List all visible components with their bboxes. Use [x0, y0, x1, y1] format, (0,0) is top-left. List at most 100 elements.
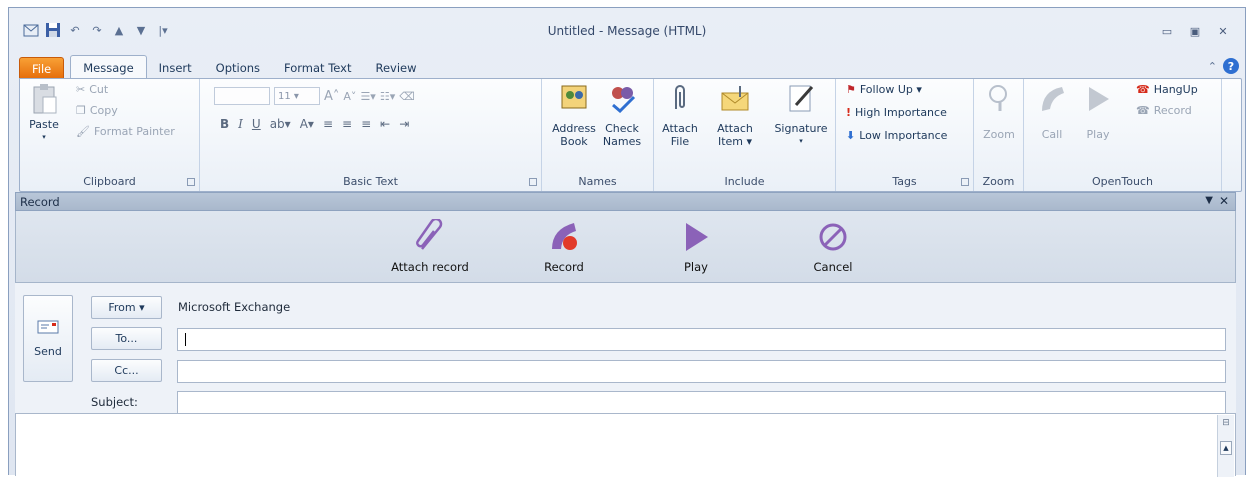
- scissors-icon: ✂: [76, 83, 86, 96]
- signature-button[interactable]: Signature ▾: [770, 83, 832, 148]
- tags-group: ⚑ Follow Up ▾ ! High Importance ⬇ Low Impor…: [836, 79, 974, 191]
- opentouch-group: Call Play ☎ HangUp ☎ Record OpenTouch: [1024, 79, 1222, 191]
- send-button[interactable]: Send: [23, 295, 73, 382]
- message-body[interactable]: ⊟ ▲: [15, 413, 1236, 477]
- close-pane-icon[interactable]: ✕: [1219, 194, 1229, 208]
- ribbon: Paste ▾ ✂ Cut ❐ Copy 🖌 Format Painter Clipb…: [19, 78, 1242, 192]
- tab-review[interactable]: Review: [363, 57, 428, 79]
- grow-font-icon[interactable]: A˄: [324, 89, 339, 104]
- address-book-label-1: Address: [552, 122, 596, 135]
- cut-button[interactable]: ✂ Cut: [76, 83, 108, 96]
- format-painter-button[interactable]: 🖌 Format Painter: [76, 125, 175, 138]
- low-importance-button[interactable]: ⬇ Low Importance: [846, 129, 947, 142]
- subject-label: Subject:: [91, 395, 138, 409]
- tab-format-text[interactable]: Format Text: [272, 57, 363, 79]
- attach-file-label-1: Attach: [662, 122, 698, 135]
- ruler-toggle-icon[interactable]: ⊟: [1220, 418, 1232, 432]
- zoom-button[interactable]: Zoom: [980, 83, 1018, 141]
- collapse-ribbon-icon[interactable]: ⌃: [1208, 60, 1217, 73]
- play-icon: [678, 219, 714, 256]
- bullets-icon[interactable]: ☰▾: [360, 90, 375, 103]
- basic-text-group: 11 ▾ A˄ A˅ ☰▾ ☷▾ ⌫ B I U ab▾ A▾ ≡ ≡ ≡ ⇤ …: [200, 79, 542, 191]
- increase-indent-icon[interactable]: ⇥: [399, 117, 409, 131]
- cancel-label: Cancel: [813, 260, 853, 274]
- low-importance-label: Low Importance: [859, 129, 948, 142]
- clipboard-group-label: Clipboard: [83, 175, 136, 188]
- font-name-select[interactable]: [214, 87, 270, 105]
- shrink-font-icon[interactable]: A˅: [343, 90, 356, 103]
- paste-button[interactable]: Paste ▾: [26, 83, 62, 144]
- message-header-form: Send From ▾ Microsoft Exchange To... Cc.…: [15, 283, 1236, 414]
- maximize-icon[interactable]: ▣: [1183, 22, 1207, 40]
- bold-icon[interactable]: B: [220, 117, 229, 131]
- play-button[interactable]: Play: [1078, 83, 1118, 141]
- minimize-icon[interactable]: ▭: [1155, 22, 1179, 40]
- attach-record-button[interactable]: Attach record: [382, 217, 478, 274]
- down-arrow-icon: ⬇: [846, 129, 856, 142]
- magnifier-icon: [984, 83, 1014, 116]
- close-icon[interactable]: ✕: [1211, 22, 1235, 40]
- attach-record-label: Attach record: [391, 260, 469, 274]
- address-book-icon: [559, 83, 589, 116]
- record-pane: Attach record Record Play Cancel: [15, 211, 1236, 283]
- to-button[interactable]: To...: [91, 327, 162, 350]
- scroll-up-icon[interactable]: ▲: [1220, 441, 1232, 455]
- font-size-select[interactable]: 11 ▾: [274, 87, 320, 105]
- font-size-value: 11: [278, 90, 291, 102]
- cc-field[interactable]: [177, 360, 1226, 383]
- numbering-icon[interactable]: ☷▾: [380, 90, 395, 103]
- help-icon[interactable]: ?: [1223, 58, 1239, 74]
- ribbon-help-area: ⌃ ?: [1208, 58, 1239, 74]
- text-cursor: [185, 333, 186, 346]
- align-left-icon[interactable]: ≡: [323, 117, 333, 131]
- attach-item-button[interactable]: Attach Item ▾: [710, 83, 760, 148]
- send-label: Send: [34, 344, 62, 358]
- address-book-button[interactable]: Address Book: [550, 83, 598, 148]
- cancel-icon: [815, 219, 851, 256]
- dialog-launcher-icon[interactable]: [187, 178, 195, 186]
- record-pane-play-button[interactable]: Play: [671, 219, 721, 274]
- chevron-down-icon: ▾: [799, 137, 803, 145]
- cc-button[interactable]: Cc...: [91, 359, 162, 382]
- record-button[interactable]: ☎ Record: [1136, 104, 1192, 117]
- call-label: Call: [1041, 128, 1063, 141]
- subject-field[interactable]: [177, 391, 1226, 414]
- clear-formatting-icon[interactable]: ⌫: [399, 90, 415, 103]
- tab-insert[interactable]: Insert: [147, 57, 204, 79]
- align-right-icon[interactable]: ≡: [361, 117, 371, 131]
- vertical-scrollbar[interactable]: ⊟ ▲: [1217, 415, 1234, 477]
- tab-message[interactable]: Message: [70, 55, 147, 79]
- cut-label: Cut: [89, 83, 109, 96]
- highlight-icon[interactable]: ab▾: [270, 117, 291, 131]
- cancel-button[interactable]: Cancel: [806, 219, 860, 274]
- flag-icon: ⚑: [846, 83, 856, 96]
- decrease-indent-icon[interactable]: ⇤: [380, 117, 390, 131]
- tab-file[interactable]: File: [19, 57, 65, 79]
- tab-options[interactable]: Options: [204, 57, 272, 79]
- hangup-button[interactable]: ☎ HangUp: [1136, 83, 1198, 96]
- follow-up-button[interactable]: ⚑ Follow Up ▾: [846, 83, 922, 96]
- paste-label: Paste: [29, 118, 59, 131]
- to-field[interactable]: [177, 328, 1226, 351]
- font-color-icon[interactable]: A▾: [300, 117, 314, 131]
- pane-menu-icon[interactable]: ▼: [1205, 195, 1213, 206]
- record-pane-record-button[interactable]: Record: [534, 219, 594, 274]
- from-button[interactable]: From ▾: [91, 296, 162, 319]
- high-importance-button[interactable]: ! High Importance: [846, 106, 947, 119]
- ribbon-tabs: File Message Insert Options Format Text …: [19, 55, 429, 79]
- align-center-icon[interactable]: ≡: [342, 117, 352, 131]
- copy-button[interactable]: ❐ Copy: [76, 104, 118, 117]
- tags-group-label: Tags: [892, 175, 917, 188]
- check-names-button[interactable]: Check Names: [600, 83, 644, 148]
- call-button[interactable]: Call: [1030, 83, 1074, 141]
- dialog-launcher-icon[interactable]: [961, 178, 969, 186]
- dialog-launcher-icon[interactable]: [529, 178, 537, 186]
- attach-file-button[interactable]: Attach File: [658, 83, 702, 148]
- exclamation-icon: !: [846, 106, 852, 119]
- play-label: Play: [1086, 128, 1110, 141]
- paste-icon: [30, 83, 58, 118]
- copy-label: Copy: [89, 104, 118, 117]
- italic-icon[interactable]: I: [238, 117, 243, 131]
- record-label: Record: [1153, 104, 1192, 117]
- underline-icon[interactable]: U: [252, 117, 261, 131]
